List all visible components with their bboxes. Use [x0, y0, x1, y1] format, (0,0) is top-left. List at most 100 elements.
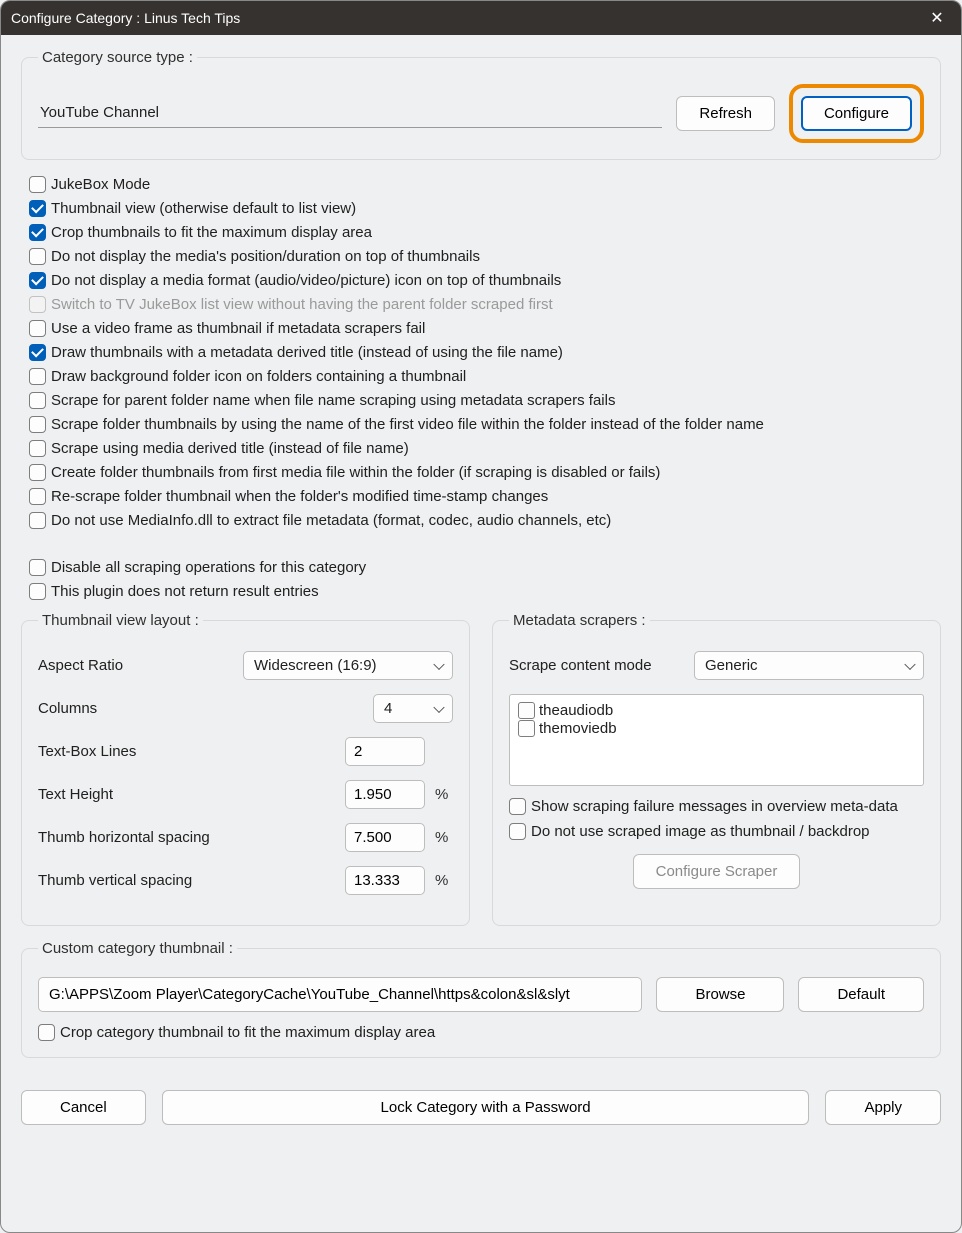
scraper-label: theaudiodb	[539, 702, 613, 719]
option-checkbox[interactable]	[29, 368, 46, 385]
custom-thumbnail-fieldset: Custom category thumbnail : Browse Defau…	[21, 940, 941, 1058]
option-label: Disable all scraping operations for this…	[51, 559, 366, 576]
option-checkbox[interactable]	[29, 224, 46, 241]
scraper-checkbox[interactable]	[518, 720, 535, 737]
option-checkbox[interactable]	[29, 176, 46, 193]
option-label: Thumbnail view (otherwise default to lis…	[51, 200, 356, 217]
refresh-button[interactable]: Refresh	[676, 96, 775, 131]
option-row: Disable all scraping operations for this…	[29, 559, 941, 576]
option-row: Do not use MediaInfo.dll to extract file…	[29, 512, 941, 529]
source-type-fieldset: Category source type : Refresh Configure	[21, 49, 941, 160]
option-label: Scrape folder thumbnails by using the na…	[51, 416, 764, 433]
option-label: Use a video frame as thumbnail if metada…	[51, 320, 425, 337]
option-checkbox[interactable]	[29, 320, 46, 337]
no-scraped-thumb-checkbox[interactable]	[509, 823, 526, 840]
option-label: Switch to TV JukeBox list view without h…	[51, 296, 553, 313]
option-row: Scrape folder thumbnails by using the na…	[29, 416, 941, 433]
option-checkbox[interactable]	[29, 392, 46, 409]
option-row: Do not display a media format (audio/vid…	[29, 272, 941, 289]
option-label: Do not use MediaInfo.dll to extract file…	[51, 512, 611, 529]
vspacing-input[interactable]	[345, 866, 425, 895]
crop-custom-thumb-label: Crop category thumbnail to fit the maxim…	[60, 1024, 435, 1041]
option-label: Do not display a media format (audio/vid…	[51, 272, 561, 289]
browse-button[interactable]: Browse	[656, 977, 784, 1012]
content-area: Category source type : Refresh Configure…	[1, 35, 961, 1232]
scraper-checkbox[interactable]	[518, 702, 535, 719]
option-checkbox[interactable]	[29, 464, 46, 481]
option-row: JukeBox Mode	[29, 176, 941, 193]
option-checkbox[interactable]	[29, 272, 46, 289]
option-row: Crop thumbnails to fit the maximum displ…	[29, 224, 941, 241]
thumb-layout-legend: Thumbnail view layout :	[38, 612, 203, 629]
option-checkbox[interactable]	[29, 416, 46, 433]
scraper-item[interactable]: themoviedb	[518, 720, 915, 737]
columns-select[interactable]: 4	[373, 694, 453, 723]
option-label: This plugin does not return result entri…	[51, 583, 319, 600]
scrape-mode-label: Scrape content mode	[509, 657, 684, 674]
hspacing-label: Thumb horizontal spacing	[38, 829, 335, 846]
option-checkbox[interactable]	[29, 344, 46, 361]
option-row: Do not display the media's position/dura…	[29, 248, 941, 265]
show-failure-checkbox[interactable]	[509, 798, 526, 815]
option-checkbox[interactable]	[29, 488, 46, 505]
scraper-item[interactable]: theaudiodb	[518, 702, 915, 719]
option-row: Switch to TV JukeBox list view without h…	[29, 296, 941, 313]
textbox-lines-input[interactable]	[345, 737, 425, 766]
pct-3: %	[435, 872, 453, 889]
cancel-button[interactable]: Cancel	[21, 1090, 146, 1125]
option-checkbox[interactable]	[29, 248, 46, 265]
configure-highlight-ring: Configure	[789, 84, 924, 143]
default-button[interactable]: Default	[798, 977, 924, 1012]
configure-scraper-button[interactable]: Configure Scraper	[633, 854, 801, 889]
option-row: Scrape for parent folder name when file …	[29, 392, 941, 409]
option-row: Draw thumbnails with a metadata derived …	[29, 344, 941, 361]
option-label: Create folder thumbnails from first medi…	[51, 464, 660, 481]
metadata-scrapers-fieldset: Metadata scrapers : Scrape content mode …	[492, 612, 941, 926]
close-icon[interactable]: ✕	[923, 8, 951, 28]
option-checkbox	[29, 296, 46, 313]
show-failure-label: Show scraping failure messages in overvi…	[531, 798, 898, 815]
option-label: Draw background folder icon on folders c…	[51, 368, 466, 385]
crop-custom-thumb-checkbox[interactable]	[38, 1024, 55, 1041]
configure-button[interactable]: Configure	[801, 96, 912, 131]
aspect-ratio-select[interactable]: Widescreen (16:9)	[243, 651, 453, 680]
option-checkbox[interactable]	[29, 200, 46, 217]
option-row: Draw background folder icon on folders c…	[29, 368, 941, 385]
option-row: This plugin does not return result entri…	[29, 583, 941, 600]
no-scraped-thumb-label: Do not use scraped image as thumbnail / …	[531, 823, 870, 840]
option-label: Scrape for parent folder name when file …	[51, 392, 615, 409]
text-height-input[interactable]	[345, 780, 425, 809]
apply-button[interactable]: Apply	[825, 1090, 941, 1125]
pct-2: %	[435, 829, 453, 846]
option-label: Scrape using media derived title (instea…	[51, 440, 409, 457]
source-type-legend: Category source type :	[38, 49, 197, 66]
option-label: JukeBox Mode	[51, 176, 150, 193]
option-label: Crop thumbnails to fit the maximum displ…	[51, 224, 372, 241]
thumbnail-layout-fieldset: Thumbnail view layout : Aspect Ratio Wid…	[21, 612, 470, 926]
option-row: Create folder thumbnails from first medi…	[29, 464, 941, 481]
titlebar: Configure Category : Linus Tech Tips ✕	[1, 1, 961, 35]
option-checkbox[interactable]	[29, 440, 46, 457]
text-height-label: Text Height	[38, 786, 335, 803]
option-checkbox[interactable]	[29, 583, 46, 600]
source-type-input[interactable]	[38, 100, 662, 128]
options-list: JukeBox Mode Thumbnail view (otherwise de…	[21, 176, 941, 529]
option-label: Draw thumbnails with a metadata derived …	[51, 344, 563, 361]
configure-category-window: Configure Category : Linus Tech Tips ✕ C…	[0, 0, 962, 1233]
scrape-mode-select[interactable]: Generic	[694, 651, 924, 680]
option-row: Thumbnail view (otherwise default to lis…	[29, 200, 941, 217]
option-checkbox[interactable]	[29, 512, 46, 529]
option-row: Use a video frame as thumbnail if metada…	[29, 320, 941, 337]
custom-thumb-path-input[interactable]	[38, 977, 642, 1012]
option-label: Do not display the media's position/dura…	[51, 248, 480, 265]
hspacing-input[interactable]	[345, 823, 425, 852]
lock-category-button[interactable]: Lock Category with a Password	[162, 1090, 810, 1125]
pct-1: %	[435, 786, 453, 803]
custom-thumb-legend: Custom category thumbnail :	[38, 940, 237, 957]
option-checkbox[interactable]	[29, 559, 46, 576]
scrapers-legend: Metadata scrapers :	[509, 612, 650, 629]
scraper-label: themoviedb	[539, 720, 617, 737]
option-row: Scrape using media derived title (instea…	[29, 440, 941, 457]
scraper-listbox[interactable]: theaudiodbthemoviedb	[509, 694, 924, 786]
option-label: Re-scrape folder thumbnail when the fold…	[51, 488, 548, 505]
